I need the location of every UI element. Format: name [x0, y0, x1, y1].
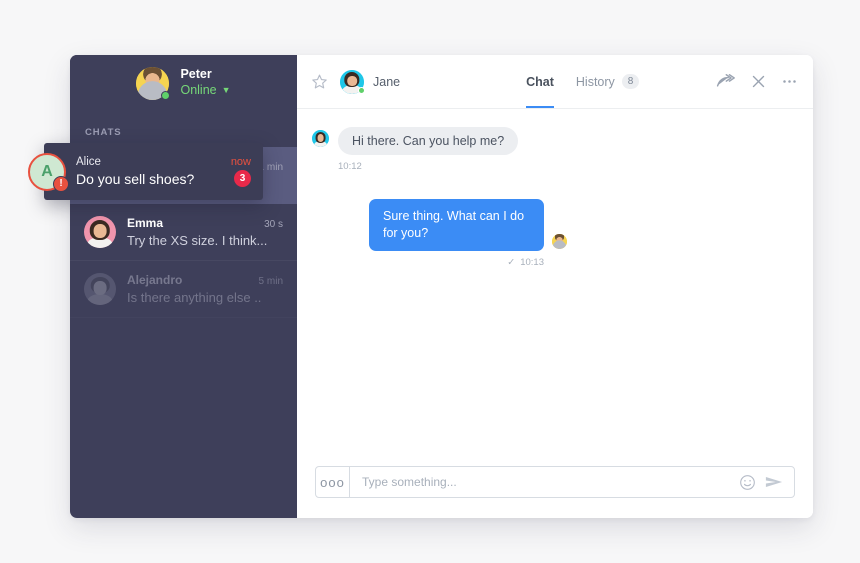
message-time-outgoing: ✓ 10:13 [312, 257, 544, 268]
avatar [312, 130, 329, 147]
chat-item-top: Alejandro 5 min [127, 273, 283, 287]
attachment-menu-icon: ooo [320, 474, 345, 490]
chat-header: Jane Chat History 8 [297, 55, 813, 109]
messenger-window: Peter Online ▼ CHATS 1 min Emma 30 s Try… [70, 55, 813, 518]
tab-chat[interactable]: Chat [526, 55, 554, 108]
send-icon[interactable] [765, 475, 783, 489]
message-bubble-outgoing: Sure thing. What can I do for you? [369, 199, 544, 251]
avatar-face [93, 281, 107, 296]
app-root: Peter Online ▼ CHATS 1 min Emma 30 s Try… [0, 0, 860, 563]
message-time-label: 10:13 [520, 256, 544, 268]
tab-history[interactable]: History 8 [575, 55, 640, 108]
avatar [84, 216, 116, 248]
chat-item-time: 5 min [258, 276, 283, 287]
chevron-down-icon[interactable]: ▼ [222, 85, 231, 96]
tab-history-badge: 8 [621, 74, 640, 89]
chat-item-preview: Is there anything else .. [127, 290, 262, 305]
notification-toast[interactable]: A ! Alice now Do you sell shoes? 3 [28, 143, 263, 200]
avatar-face [93, 224, 107, 239]
avatar-initial: A [41, 162, 53, 180]
chat-item-name: Emma [127, 216, 164, 230]
avatar [552, 233, 567, 249]
sidebar: Peter Online ▼ CHATS 1 min Emma 30 s Try… [70, 55, 297, 518]
notification-bottom: Do you sell shoes? 3 [76, 170, 251, 187]
avatar [136, 66, 171, 100]
attachment-menu-button[interactable]: ooo [316, 467, 350, 497]
profile-name: Peter [180, 67, 212, 82]
message-bubble-incoming: Hi there. Can you help me? [338, 127, 519, 155]
chat-peer: Jane [340, 69, 401, 94]
message-time-incoming: 10:12 [338, 161, 362, 172]
forward-arrow-icon[interactable] [716, 74, 735, 89]
header-actions [716, 74, 797, 89]
avatar-graphic [312, 130, 329, 147]
message-outgoing: Sure thing. What can I do for you? [312, 199, 793, 251]
composer-box: ooo [315, 466, 795, 498]
notification-sender: Alice [76, 156, 101, 168]
chat-item-preview: Try the XS size. I think... [127, 233, 268, 248]
online-status-dot [161, 90, 171, 100]
emoji-icon[interactable] [739, 474, 756, 491]
avatar-image [552, 233, 567, 249]
avatar-body [86, 294, 114, 305]
avatar-face [347, 75, 357, 87]
chats-section-label: CHATS [85, 127, 122, 138]
chat-item-body: Alejandro 5 min Is there anything else .… [127, 273, 283, 305]
chat-list-item-alejandro[interactable]: Alejandro 5 min Is there anything else .… [70, 261, 297, 318]
alert-badge-icon: ! [53, 175, 69, 192]
chat-peer-name: Jane [373, 74, 401, 89]
profile-status-label: Online [180, 83, 217, 97]
online-status-dot [358, 86, 365, 94]
unread-count-badge: 3 [234, 170, 251, 187]
tab-history-label: History [575, 74, 615, 89]
more-options-icon[interactable] [782, 79, 797, 84]
chat-item-body: Emma 30 s Try the XS size. I think... [127, 216, 283, 248]
avatar [84, 273, 116, 305]
message-input[interactable] [350, 467, 739, 497]
notification-message: Do you sell shoes? [76, 170, 195, 187]
profile-status[interactable]: Online ▼ [180, 83, 230, 99]
notification-body: Alice now Do you sell shoes? 3 [76, 156, 251, 187]
composer-actions [739, 474, 794, 491]
user-profile[interactable]: Peter Online ▼ [70, 55, 297, 111]
message-read-receipt-icon: ✓ [507, 256, 516, 268]
star-icon[interactable] [311, 73, 328, 90]
main-panel: Jane Chat History 8 Hi there. Can you he… [297, 55, 813, 518]
message-incoming: Hi there. Can you help me? [312, 127, 793, 155]
notification-time: now [230, 156, 251, 168]
avatar [340, 69, 365, 94]
header-tabs: Chat History 8 [526, 55, 640, 108]
avatar: A ! [28, 152, 69, 192]
composer: ooo [297, 466, 813, 518]
close-icon[interactable] [751, 74, 766, 89]
chat-item-time: 30 s [264, 219, 283, 230]
chat-item-name: Alejandro [127, 273, 183, 287]
profile-meta: Peter Online ▼ [180, 67, 230, 98]
chat-list-item-emma[interactable]: Emma 30 s Try the XS size. I think... [70, 204, 297, 261]
notification-top: Alice now [76, 156, 251, 168]
chat-item-top: Emma 30 s [127, 216, 283, 230]
tab-chat-label: Chat [526, 74, 554, 89]
message-list: Hi there. Can you help me? 10:12 Sure th… [297, 109, 813, 466]
